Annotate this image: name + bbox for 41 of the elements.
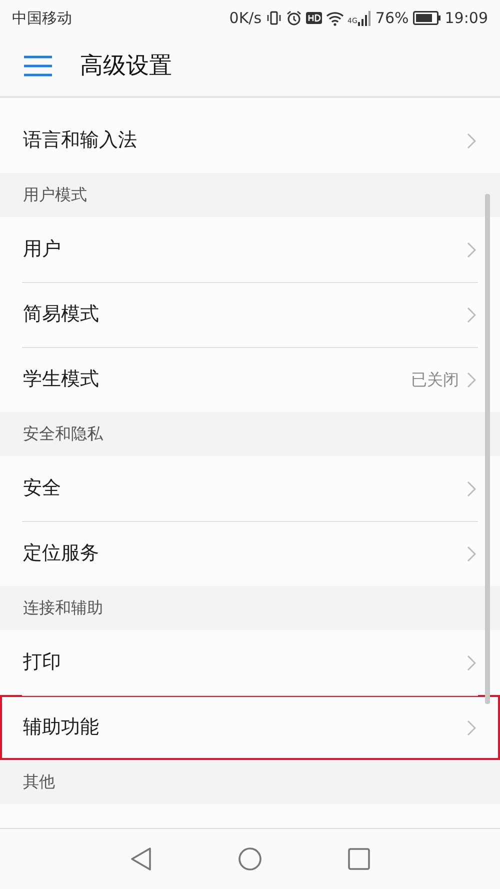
item-label: 学生模式 xyxy=(23,367,100,392)
home-icon[interactable] xyxy=(238,847,262,871)
signal-icon xyxy=(358,10,372,26)
chevron-icon xyxy=(467,654,476,670)
alarm-icon xyxy=(286,10,302,26)
item-label: 定位服务 xyxy=(23,541,100,566)
settings-item[interactable]: 用户 xyxy=(0,217,500,282)
settings-item[interactable]: 简易模式 xyxy=(0,282,500,347)
item-label: 简易模式 xyxy=(23,302,100,328)
settings-item[interactable]: 定位服务 xyxy=(0,521,500,586)
recents-icon[interactable] xyxy=(348,848,370,870)
hd-icon xyxy=(306,11,322,25)
scroll-bar[interactable] xyxy=(485,194,490,704)
battery-icon xyxy=(412,11,441,25)
battery-percent: 76% xyxy=(375,8,409,29)
settings-item[interactable]: 打印 xyxy=(0,630,500,695)
item-label: 用户 xyxy=(23,237,62,262)
chevron-icon xyxy=(467,546,476,562)
item-label: 辅助功能 xyxy=(23,715,100,740)
item-value: 已关闭 xyxy=(411,368,459,390)
chevron-icon xyxy=(467,306,476,322)
chevron-icon xyxy=(467,132,476,148)
wifi-icon xyxy=(326,10,344,26)
vibrate-icon xyxy=(266,10,282,26)
settings-item[interactable]: 语言和输入法 xyxy=(0,108,500,173)
item-label: 打印 xyxy=(23,650,62,676)
page-title: 高级设置 xyxy=(80,52,172,81)
carrier-name: 中国移动 xyxy=(12,8,72,29)
menu-icon[interactable] xyxy=(24,55,52,77)
item-label: 安全 xyxy=(23,476,62,502)
network-speed: 0K/s xyxy=(229,8,262,29)
chevron-icon xyxy=(467,372,476,388)
settings-item[interactable]: 学生模式 已关闭 xyxy=(0,347,500,412)
chevron-icon xyxy=(467,720,476,736)
settings-item[interactable]: 安全 xyxy=(0,456,500,521)
chevron-icon xyxy=(467,242,476,258)
settings-item[interactable]: 辅助功能 xyxy=(0,695,500,760)
clock-time: 19:09 xyxy=(444,8,488,29)
chevron-icon xyxy=(467,480,476,496)
back-icon[interactable] xyxy=(130,847,152,871)
item-label: 语言和输入法 xyxy=(23,128,138,154)
